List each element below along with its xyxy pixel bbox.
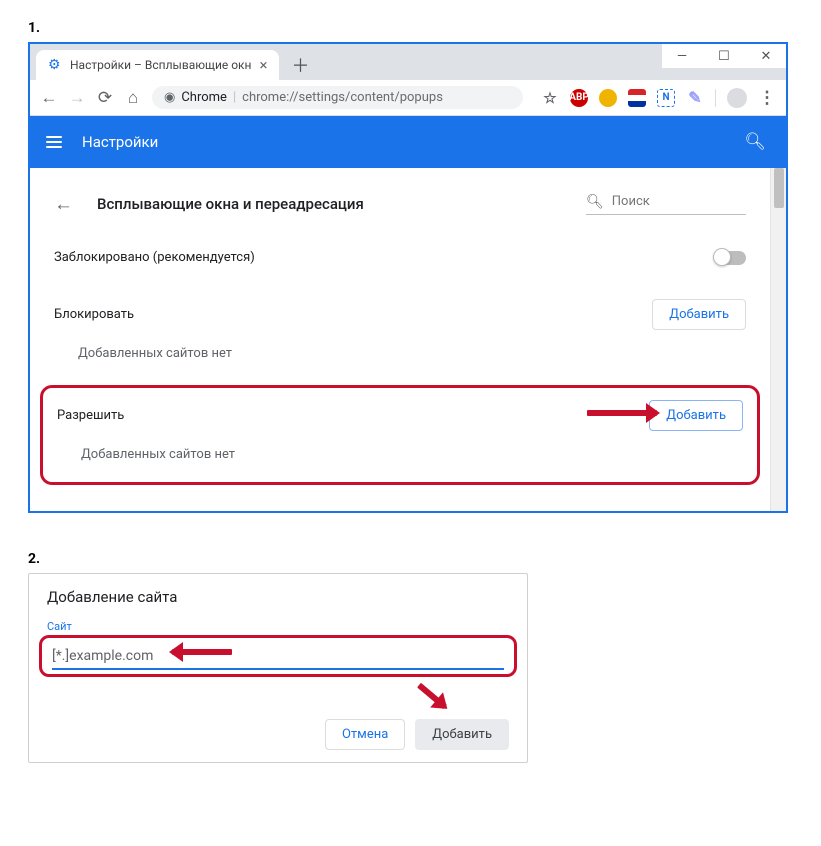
bookmark-star-icon[interactable]: ☆	[541, 89, 559, 107]
add-site-dialog: Добавление сайта Сайт Отмена Добавить	[28, 573, 528, 763]
tab-title: Настройки – Всплывающие окн	[70, 58, 251, 72]
allow-section-highlight: Разрешить Добавить Добавленных сайтов не…	[40, 385, 760, 485]
step-1-label: 1.	[28, 20, 793, 36]
back-icon[interactable]: ←	[40, 89, 58, 107]
omnibox-url: chrome://settings/content/popups	[242, 90, 443, 105]
extension-flag-icon[interactable]	[628, 89, 646, 107]
allow-section-label: Разрешить	[57, 408, 124, 423]
blocked-toggle[interactable]	[714, 251, 746, 265]
dialog-title: Добавление сайта	[47, 588, 509, 606]
extension-icons: ☆ ABP N ✎ ⋮	[541, 88, 776, 108]
kebab-menu-icon[interactable]: ⋮	[758, 89, 776, 107]
extension-feather-icon[interactable]: ✎	[686, 89, 704, 107]
annotation-arrow-icon	[587, 410, 657, 416]
reload-icon[interactable]: ⟳	[96, 89, 114, 107]
browser-tab[interactable]: ⚙ Настройки – Всплывающие окн ×	[36, 50, 279, 80]
profile-avatar-icon[interactable]	[727, 88, 747, 108]
toolbar-divider	[715, 89, 716, 107]
tab-strip: ⚙ Настройки – Всплывающие окн × ＋ ― ☐ ✕	[30, 44, 786, 80]
window-minimize-icon[interactable]: ―	[676, 50, 688, 62]
address-bar[interactable]: ◉ Chrome | chrome://settings/content/pop…	[152, 86, 523, 109]
add-allow-button[interactable]: Добавить	[649, 400, 743, 431]
scrollbar-thumb[interactable]	[774, 168, 784, 208]
chrome-icon: ◉	[164, 90, 175, 105]
step-2-label: 2.	[28, 551, 793, 567]
block-section-label: Блокировать	[54, 307, 134, 322]
settings-title: Настройки	[82, 133, 158, 151]
add-button[interactable]: Добавить	[415, 719, 509, 750]
window-close-icon[interactable]: ✕	[760, 50, 772, 62]
cancel-button[interactable]: Отмена	[325, 719, 405, 750]
site-field-label: Сайт	[47, 620, 509, 633]
search-input[interactable]	[612, 194, 746, 209]
add-block-button[interactable]: Добавить	[652, 299, 746, 330]
allow-empty-message: Добавленных сайтов нет	[57, 439, 743, 462]
forward-icon[interactable]: →	[68, 89, 86, 107]
search-icon: 🔍︎	[586, 194, 604, 210]
annotation-arrow-icon	[417, 683, 447, 709]
window-maximize-icon[interactable]: ☐	[718, 50, 730, 62]
settings-header: Настройки 🔍︎	[30, 116, 786, 168]
new-tab-button[interactable]: ＋	[289, 54, 311, 76]
home-icon[interactable]: ⌂	[124, 89, 142, 107]
back-arrow-icon[interactable]: ←	[54, 192, 73, 216]
block-empty-message: Добавленных сайтов нет	[54, 338, 746, 361]
blocked-toggle-label: Заблокировано (рекомендуется)	[54, 250, 255, 265]
in-page-search[interactable]: 🔍︎	[586, 194, 746, 215]
site-field-highlight	[39, 635, 517, 677]
omnibox-protocol: Chrome	[181, 90, 227, 105]
extension-globe-icon[interactable]	[599, 89, 617, 107]
search-icon[interactable]: 🔍︎	[744, 132, 766, 152]
close-icon[interactable]: ×	[259, 56, 267, 74]
gear-icon: ⚙	[48, 58, 62, 72]
annotation-arrow-icon	[172, 649, 232, 655]
hamburger-menu-icon[interactable]	[46, 136, 62, 148]
page-title: Всплывающие окна и переадресация	[97, 195, 364, 213]
site-input[interactable]	[52, 644, 504, 670]
browser-window: ⚙ Настройки – Всплывающие окн × ＋ ― ☐ ✕ …	[28, 42, 788, 513]
adblock-icon[interactable]: ABP	[570, 89, 588, 107]
scrollbar[interactable]	[770, 168, 786, 511]
browser-toolbar: ← → ⟳ ⌂ ◉ Chrome | chrome://settings/con…	[30, 80, 786, 116]
extension-n-icon[interactable]: N	[657, 89, 675, 107]
